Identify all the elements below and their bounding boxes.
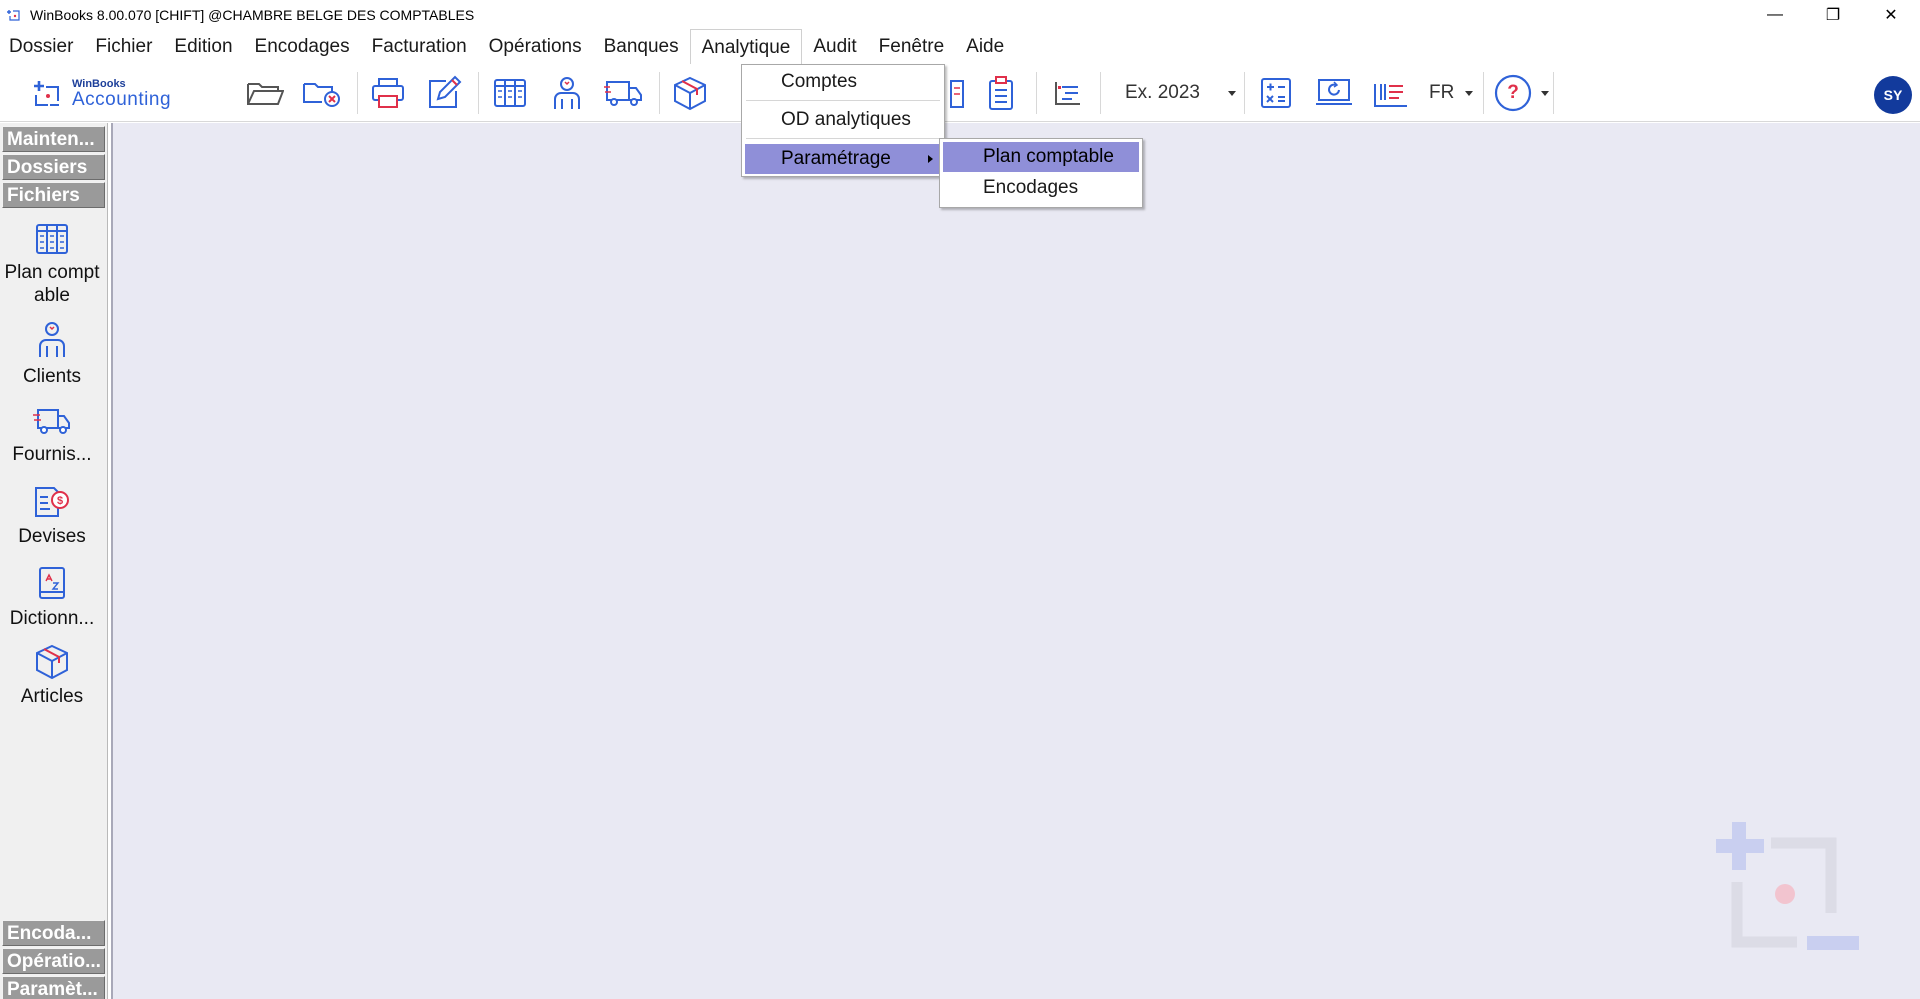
nav-item-label: Plan comptable [4,262,100,306]
menu-fichier[interactable]: Fichier [84,29,163,64]
truck-icon [33,409,70,434]
nav-item-label: Clients [22,366,82,387]
print-icon[interactable] [368,74,408,112]
svg-text:$: $ [57,495,63,507]
menu-encodages[interactable]: Encodages [244,29,361,64]
menu-fenetre[interactable]: Fenêtre [868,29,955,64]
menu-operations[interactable]: Opérations [478,29,593,64]
nav-item-dictionnaire[interactable]: Dictionn... [0,565,104,630]
mdi-workspace [111,123,1920,999]
section-dossiers[interactable]: Dossiers [2,154,105,180]
close-folder-icon[interactable] [302,74,342,112]
restore-button[interactable]: ❐ [1804,0,1862,29]
nav-item-label: Devises [18,526,86,547]
close-button[interactable]: ✕ [1862,0,1920,29]
help-label: ? [1507,82,1519,103]
nav-item-label: Dictionn... [9,608,95,629]
toolbar-separator [1244,72,1245,114]
exercise-selector[interactable]: Ex. 2023 [1125,82,1200,104]
nav-item-clients[interactable]: Clients [0,319,104,388]
toolbar-separator [1100,72,1101,114]
menu-item-encodages[interactable]: Encodages [943,173,1139,203]
ledger-columns-icon [36,224,68,254]
window-controls: — ❐ ✕ [1746,0,1920,29]
menu-item-parametrage[interactable]: Paramétrage [745,144,941,174]
toolbar-separator [357,72,358,114]
nav-item-fournisseurs[interactable]: Fournis... [0,405,104,466]
menu-item-plan-comptable[interactable]: Plan comptable [943,142,1139,172]
app-icon [6,8,22,22]
logo-product: Accounting [72,89,172,110]
window-title: WinBooks 8.00.070 [CHIFT] @CHAMBRE BELGE… [30,6,475,23]
chevron-down-icon[interactable] [1541,91,1549,96]
title-bar: WinBooks 8.00.070 [CHIFT] @CHAMBRE BELGE… [0,0,1920,29]
calculator-icon[interactable] [1256,74,1296,112]
winbooks-watermark-icon [1716,822,1859,950]
help-icon[interactable]: ? [1493,74,1533,112]
toolbar-separator [1483,72,1484,114]
menu-dossier[interactable]: Dossier [0,29,84,64]
avatar[interactable]: SY [1874,76,1912,114]
menu-audit[interactable]: Audit [802,29,867,64]
nav-item-plan-comptable[interactable]: Plan comptable [0,221,104,307]
truck-icon[interactable] [604,74,644,112]
menu-facturation[interactable]: Facturation [361,29,478,64]
user-icon [39,322,65,357]
language-selector[interactable]: FR [1429,82,1454,104]
open-folder-icon[interactable] [245,74,285,112]
list-report-icon[interactable] [1048,74,1088,112]
menu-separator [746,138,940,139]
toolbar-separator [1036,72,1037,114]
currency-document-icon: $ [35,487,69,517]
toolbar-separator [659,72,660,114]
winbooks-logo: WinBooks Accounting [32,74,171,114]
dictionary-icon [39,567,65,599]
package-icon[interactable] [670,74,710,112]
menu-separator [746,100,940,101]
section-fichiers[interactable]: Fichiers [2,182,105,208]
chevron-right-icon [928,155,933,163]
toolbar-separator [478,72,479,114]
menu-item-od-analytiques[interactable]: OD analytiques [745,105,941,135]
nav-item-articles[interactable]: Articles [0,643,104,708]
section-parametrage[interactable]: Paramèt... [2,976,105,999]
ledger-lines-icon[interactable] [1371,74,1411,112]
menu-aide[interactable]: Aide [955,29,1015,64]
menu-edition[interactable]: Edition [163,29,243,64]
package-icon [36,644,68,680]
parametrage-submenu: Plan comptable Encodages [939,138,1143,208]
refresh-monitor-icon[interactable] [1314,74,1354,112]
clipboard-icon[interactable] [981,74,1021,112]
left-navigation-panel: Mainten... Dossiers Fichiers Plan compta… [0,123,108,999]
user-icon[interactable] [547,74,587,112]
menu-item-comptes[interactable]: Comptes [745,67,941,97]
section-encodages[interactable]: Encoda... [2,920,105,946]
chevron-down-icon[interactable] [1228,91,1236,96]
minimize-button[interactable]: — [1746,0,1804,29]
chevron-down-icon[interactable] [1465,91,1473,96]
menu-analytique[interactable]: Analytique [689,29,803,64]
nav-item-label: Articles [20,686,84,707]
menu-banques[interactable]: Banques [593,29,690,64]
menu-bar: Dossier Fichier Edition Encodages Factur… [0,29,1920,64]
ledger-columns-icon[interactable] [490,74,530,112]
edit-icon[interactable] [424,74,464,112]
toolbar: WinBooks Accounting Ex. 2023 FR ? SY [0,64,1920,122]
winbooks-logo-icon [34,81,59,106]
section-operations[interactable]: Opératio... [2,948,105,974]
section-maintenance[interactable]: Mainten... [2,126,105,152]
nav-item-label: Fournis... [12,444,92,465]
nav-item-devises[interactable]: $ Devises [0,485,104,548]
analytique-menu: Comptes OD analytiques Paramétrage [741,64,945,177]
toolbar-separator [1553,72,1554,114]
